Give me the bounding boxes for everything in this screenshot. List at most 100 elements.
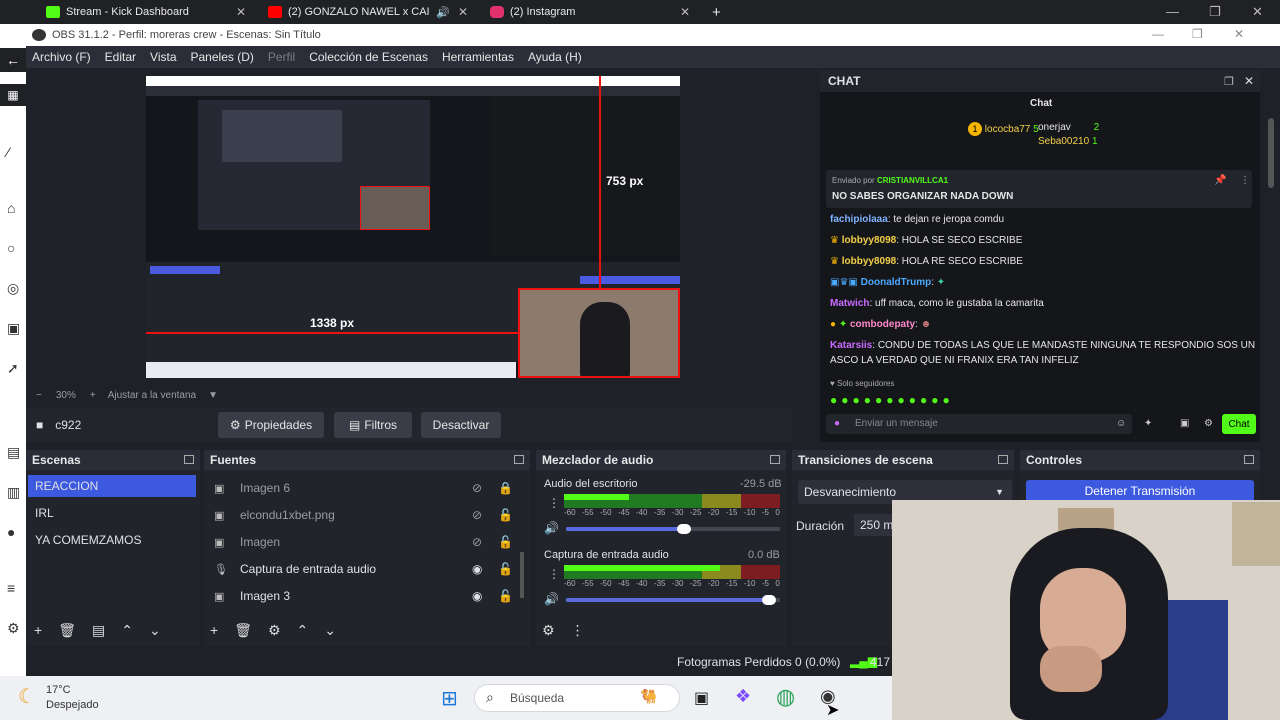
source-item[interactable]: ▣ elcondu1xbet.png ⊘ 🔓 [206, 504, 522, 526]
kebab-icon[interactable]: ⋮ [548, 496, 560, 510]
trash-icon[interactable]: 🗑 [234, 622, 252, 639]
chrome-icon[interactable]: ◍ [776, 684, 795, 710]
chat-scrollbar[interactable] [1268, 118, 1274, 188]
undock-icon[interactable] [1244, 455, 1254, 464]
sources-scrollbar[interactable] [520, 552, 524, 598]
eye-off-icon[interactable]: ⊘ [472, 535, 482, 549]
chat-message[interactable]: Matwich: uff maca, como le gustaba la ca… [830, 298, 1044, 309]
dot-icon[interactable]: ● [7, 524, 15, 540]
eye-off-icon[interactable]: ⊘ [472, 481, 482, 495]
menu-perfil[interactable]: Perfil [268, 50, 295, 64]
undock-icon[interactable]: ❐ [1224, 75, 1234, 88]
scene-item[interactable]: REACCION [28, 475, 196, 497]
emoji-icon[interactable]: ☺ [1116, 418, 1126, 429]
chevron-down-icon[interactable]: ⌄ [324, 622, 336, 639]
emote-bar[interactable]: ●●●●●●●●●●● [830, 393, 954, 407]
eye-off-icon[interactable]: ⊘ [472, 508, 482, 522]
settings-icon[interactable]: ⚙ [1204, 418, 1213, 429]
properties-button[interactable]: ⚙ Propiedades [218, 412, 324, 438]
filters-button[interactable]: ▤ Filtros [334, 412, 412, 438]
grid-icon[interactable]: ▤ [7, 444, 20, 461]
send-icon[interactable]: ➚ [7, 360, 19, 377]
top-gifter-1[interactable]: 1 lococba77 5 [968, 122, 1039, 136]
pin-icon[interactable]: 📌 [1214, 175, 1226, 186]
kebab-icon[interactable]: ⋮ [571, 622, 585, 639]
source-item[interactable]: ▣ Imagen ⊘ 🔓 [206, 531, 522, 553]
unlock-icon[interactable]: 🔓 [498, 508, 513, 522]
stats-icon[interactable]: ▥ [7, 484, 20, 501]
speaker-icon[interactable]: 🔊 [544, 521, 559, 535]
close-icon[interactable]: ✕ [1234, 27, 1244, 41]
maximize-icon[interactable]: ❐ [1192, 27, 1203, 41]
zoom-dropdown-icon[interactable]: ▼ [208, 390, 218, 401]
weather-moon-icon[interactable]: ☾ [18, 684, 36, 709]
top-gifter-2[interactable]: onerjav 2 [1038, 122, 1099, 133]
more-icon[interactable]: ⋮ [1240, 175, 1250, 186]
apps-icon[interactable]: ▦ [0, 84, 26, 106]
back-icon[interactable]: ← [0, 48, 26, 72]
gear-icon[interactable]: ⚙ [542, 622, 555, 639]
copilot-icon[interactable]: ❖ [735, 686, 751, 707]
preview-canvas[interactable]: 753 px 1338 px [146, 76, 680, 378]
new-tab-button[interactable]: + [712, 0, 721, 24]
close-icon[interactable]: ✕ [458, 5, 468, 19]
chat-message[interactable]: ▣♛▣ DoonaldTrump: ✦ [830, 277, 945, 288]
undock-icon[interactable] [770, 455, 780, 464]
add-icon[interactable]: + [34, 622, 42, 638]
compass-icon[interactable]: ◎ [7, 280, 19, 297]
menu-herramientas[interactable]: Herramientas [442, 50, 514, 64]
menu-editar[interactable]: Editar [105, 50, 136, 64]
close-icon[interactable]: ✕ [680, 5, 690, 19]
close-icon[interactable]: ✕ [1252, 4, 1263, 20]
kebab-icon[interactable]: ⋮ [548, 567, 560, 581]
windows-start-icon[interactable]: ⊞ [441, 686, 458, 711]
scene-item[interactable]: IRL [28, 502, 196, 524]
eye-icon[interactable]: ◉ [472, 589, 482, 603]
add-icon[interactable]: + [210, 622, 218, 638]
zoom-out-icon[interactable]: − [36, 390, 42, 401]
tab-instagram[interactable]: (2) Instagram ✕ [490, 0, 690, 24]
home-icon[interactable]: ⌂ [7, 200, 15, 216]
menu-vista[interactable]: Vista [150, 50, 176, 64]
points-icon[interactable]: ✦ [1144, 418, 1152, 429]
lock-icon[interactable]: 🔒 [498, 481, 513, 495]
settings-icon[interactable]: ⚙ [7, 620, 20, 637]
eye-icon[interactable]: ◉ [472, 562, 482, 576]
maximize-icon[interactable]: ❐ [1209, 4, 1221, 20]
undock-icon[interactable] [998, 455, 1008, 464]
chat-message[interactable]: ♛ lobbyy8098: HOLA RE SECO ESCRIBE [830, 256, 1023, 267]
menu-icon[interactable]: ≡ [7, 580, 15, 596]
menu-paneles[interactable]: Paneles (D) [191, 50, 254, 64]
source-item[interactable]: ▣ Imagen 3 ◉ 🔓 [206, 585, 522, 607]
volume-knob[interactable] [762, 595, 776, 605]
chevron-up-icon[interactable]: ⌃ [297, 622, 309, 639]
tab-youtube[interactable]: (2) GONZALO NAWEL x CAI 🔊 ✕ [268, 0, 468, 24]
taskview-icon[interactable]: ▣ [694, 688, 709, 708]
deactivate-button[interactable]: Desactivar [421, 412, 501, 438]
chat-message[interactable]: Katarsiis: CONDU DE TODAS LAS QUE LE MAN… [830, 340, 1255, 351]
minimize-icon[interactable]: — [1152, 27, 1164, 41]
gear-icon[interactable]: ⚙ [268, 622, 281, 639]
speaker-icon[interactable]: 🔊 [436, 6, 450, 19]
close-icon[interactable]: ✕ [1244, 74, 1254, 88]
chat-message[interactable]: ● ✦ combodepaty: ☻ [830, 319, 931, 330]
duration-input[interactable]: 250 m [854, 514, 894, 536]
menu-ayuda[interactable]: Ayuda (H) [528, 50, 582, 64]
chevron-up-icon[interactable]: ⌃ [121, 622, 133, 639]
top-gifter-3[interactable]: Seba00210 1 [1038, 136, 1098, 147]
minimize-icon[interactable]: — [1166, 4, 1179, 19]
speaker-icon[interactable]: 🔊 [544, 592, 559, 606]
tab-kick-dashboard[interactable]: Stream - Kick Dashboard ✕ [46, 0, 246, 24]
volume-knob[interactable] [677, 524, 691, 534]
chat-message[interactable]: ♛ lobbyy8098: HOLA SE SECO ESCRIBE [830, 235, 1022, 246]
trash-icon[interactable]: 🗑 [58, 622, 76, 639]
menu-archivo[interactable]: Archivo (F) [32, 50, 91, 64]
source-item[interactable]: ▣ Imagen 6 ⊘ 🔒 [206, 477, 522, 499]
selection-box[interactable] [518, 288, 680, 378]
zoom-fit-label[interactable]: Ajustar a la ventana [108, 390, 196, 401]
zoom-in-icon[interactable]: + [90, 390, 96, 401]
unlock-icon[interactable]: 🔓 [498, 535, 513, 549]
filter-icon[interactable]: ▤ [92, 622, 105, 639]
close-icon[interactable]: ✕ [236, 5, 246, 19]
calendar-icon[interactable]: ▣ [7, 320, 20, 337]
